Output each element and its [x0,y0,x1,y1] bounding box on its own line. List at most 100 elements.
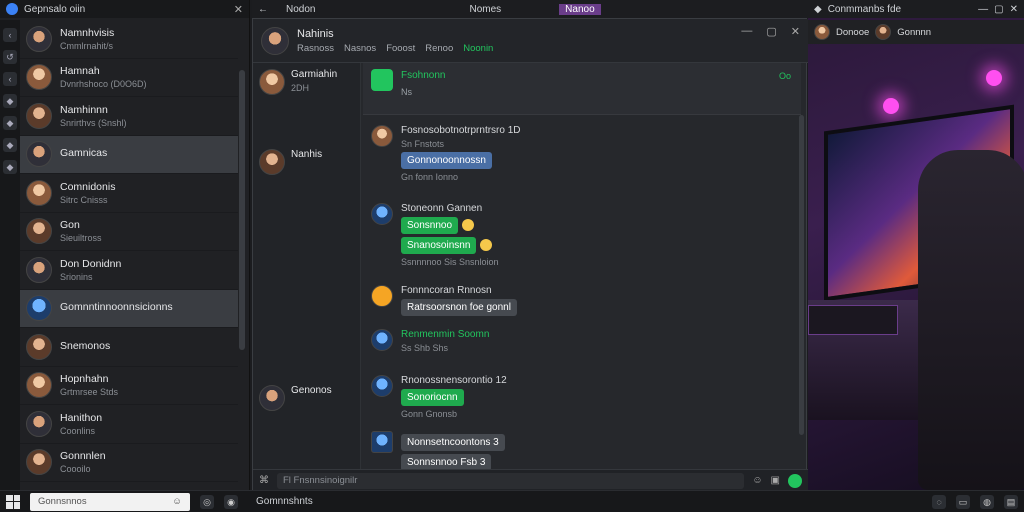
app-logo-icon: ◆ [814,3,822,15]
maximize-icon[interactable]: ▢ [766,25,776,38]
message-meta: Gn fonn Ionno [401,172,459,182]
avatar [371,431,393,453]
tab-item[interactable]: Noonin [463,43,493,54]
game-icon[interactable]: ◆ [3,160,17,174]
message-input[interactable]: Fl Fnsnnsinoignilr [277,472,745,489]
message-bubble[interactable]: Snanosoinsnn [401,237,477,254]
ceiling-light [883,98,899,114]
tray-icon[interactable]: ◍ [980,494,994,509]
thread-scrollbar[interactable] [799,115,804,435]
contact-item[interactable]: Snemonos [20,328,238,367]
avatar [26,256,52,283]
tab-item[interactable]: Renoo [425,43,453,54]
contact-item[interactable]: Namnhvisis Cmmlrnahit/s [20,20,238,59]
contacts-list: Namnhvisis Cmmlrnahit/s Hamnah Dvnrhshoco … [20,20,238,482]
contact-item[interactable]: Hanithon Coonlins [20,405,238,444]
contact-item[interactable]: Gomnntinnoonnsicionns [20,289,238,328]
message-bubble[interactable]: Nonnsetncoontons 3 [401,434,505,451]
member-item[interactable]: Nanhis [259,149,322,175]
back-icon[interactable]: ‹ [3,28,17,42]
contact-name: Hanithon [60,411,103,424]
message-bubble[interactable]: Gonnonoonnossn [401,152,492,169]
gaming-setup-photo: ◆ Conmmanbs fde — ▢ ✕ Donooe Gonnnn [808,0,1024,490]
contact-item[interactable]: Gonnnlen Coooilo [20,444,238,482]
tray-icon[interactable]: ▭ [956,494,970,509]
tray-icon[interactable]: ◌ [932,494,946,509]
avatar [371,203,393,225]
close-icon[interactable]: ✕ [1010,4,1018,15]
member-item[interactable]: Garmiahin 2DH [259,69,337,95]
member-item[interactable]: Genonos [259,385,332,411]
minimize-icon[interactable]: — [978,4,988,15]
contact-item[interactable]: Gon Sieuiltross [20,213,238,251]
maximize-icon[interactable]: ▢ [994,4,1003,15]
close-icon[interactable]: ✕ [791,25,800,38]
contacts-window: Gepnsalo oiin ✕ ‹ ↺ ‹ ◆ ◆ ◆ ◆ Namnhvisis… [0,0,250,490]
notification-icon[interactable]: ▤ [1004,494,1018,509]
history-icon[interactable]: ↺ [3,50,17,64]
chat-header: Nahinis Rasnoss Nasnos Fooost Renoo Noon… [253,19,808,63]
right-titlebar: ◆ Conmmanbs fde — ▢ ✕ [808,0,1024,18]
search-placeholder: Gonnsnnos [38,495,87,507]
game-icon[interactable]: ◆ [3,94,17,108]
taskbar-app-icon[interactable]: ◉ [224,494,238,509]
window-tab-bar: ← Nodon Nomes Nanoo [252,0,808,18]
ceiling-light [986,70,1002,86]
window-controls: — ▢ ✕ [741,25,800,38]
tab-item[interactable]: Nasnos [344,43,376,54]
message-author: Fosnosobotnotrprntrsro 1D [401,125,521,136]
right-contacts-bar: Donooe Gonnnn [808,20,1024,44]
contacts-scrollbar[interactable] [239,70,245,350]
pinned-sub: Ns [401,87,412,97]
message-bubble[interactable]: Sonoriocnn [401,389,464,406]
close-icon[interactable]: ✕ [234,3,243,16]
contact-name[interactable]: Gonnnn [897,27,931,38]
minimize-icon[interactable]: — [741,25,752,38]
avatar [26,410,52,437]
chat-title: Nahinis [297,27,334,40]
chat-window: Nahinis Rasnoss Nasnos Fooost Renoo Noon… [252,18,808,491]
tab-item[interactable]: Fooost [386,43,415,54]
contact-item[interactable]: Gamnicas [20,135,238,174]
right-title: Conmmanbs fde [827,3,902,15]
contact-status: Dvnrhshoco (D0O6D) [60,79,147,90]
taskbar-search-input[interactable]: Gonnsnnos ☺ [30,492,190,511]
message-bubble[interactable]: Sonnsnnoo Fsb 3 [401,454,492,469]
attach-icon[interactable]: ⌘ [259,475,269,486]
game-icon[interactable]: ◆ [3,138,17,152]
contact-item[interactable]: Comnidonis Sitrc Cnisss [20,174,238,213]
avatar [26,64,52,91]
message: Stoneonn Gannen Sonsnnoo Snanosoinsnn Ss… [371,203,499,267]
pinned-message[interactable]: Fsohnonn Ns Oo [363,63,801,115]
contact-name[interactable]: Donooe [836,27,869,38]
pinned-meta: Oo [778,71,791,81]
send-button[interactable] [788,473,802,488]
tab-item[interactable]: Nanoo [559,3,601,15]
avatar [26,449,52,476]
taskbar-app-icon[interactable]: ◎ [200,494,214,509]
taskbar-app-label[interactable]: Gomnnshnts [248,496,321,507]
contact-item[interactable]: Namhinnn Snrirthvs (Snshl) [20,97,238,136]
contact-name: Gonnnlen [60,450,106,463]
back-icon[interactable]: ‹ [3,72,17,86]
tab-item[interactable]: Rasnoss [297,43,334,54]
gif-icon[interactable]: ▣ [771,475,780,486]
emoji-icon[interactable]: ☺ [752,475,762,486]
app-logo-icon [6,3,18,15]
tab-item[interactable]: Nodon [280,4,321,15]
back-arrow-icon[interactable]: ← [258,4,268,15]
message-bubble[interactable]: Ratrsoorsnon foe gonnl [401,299,517,316]
contact-name: Gamnicas [60,147,108,160]
message-author: Stoneonn Gannen [401,203,483,214]
tab-item[interactable]: Nomes [463,4,507,15]
message-bubble[interactable]: Sonsnnoo [401,217,459,234]
contact-item[interactable]: Hopnhahn Grtmrsee Stds [20,367,238,405]
contact-name: Namhinnn [60,103,108,116]
contact-status: Sieuiltross [60,233,102,244]
windows-start-icon[interactable] [6,494,20,509]
emoji-icon [462,219,475,232]
contact-item[interactable]: Don Donidnn Srionins [20,251,238,290]
game-icon[interactable]: ◆ [3,116,17,130]
contact-item[interactable]: Hamnah Dvnrhshoco (D0O6D) [20,59,238,97]
avatar [371,375,393,397]
